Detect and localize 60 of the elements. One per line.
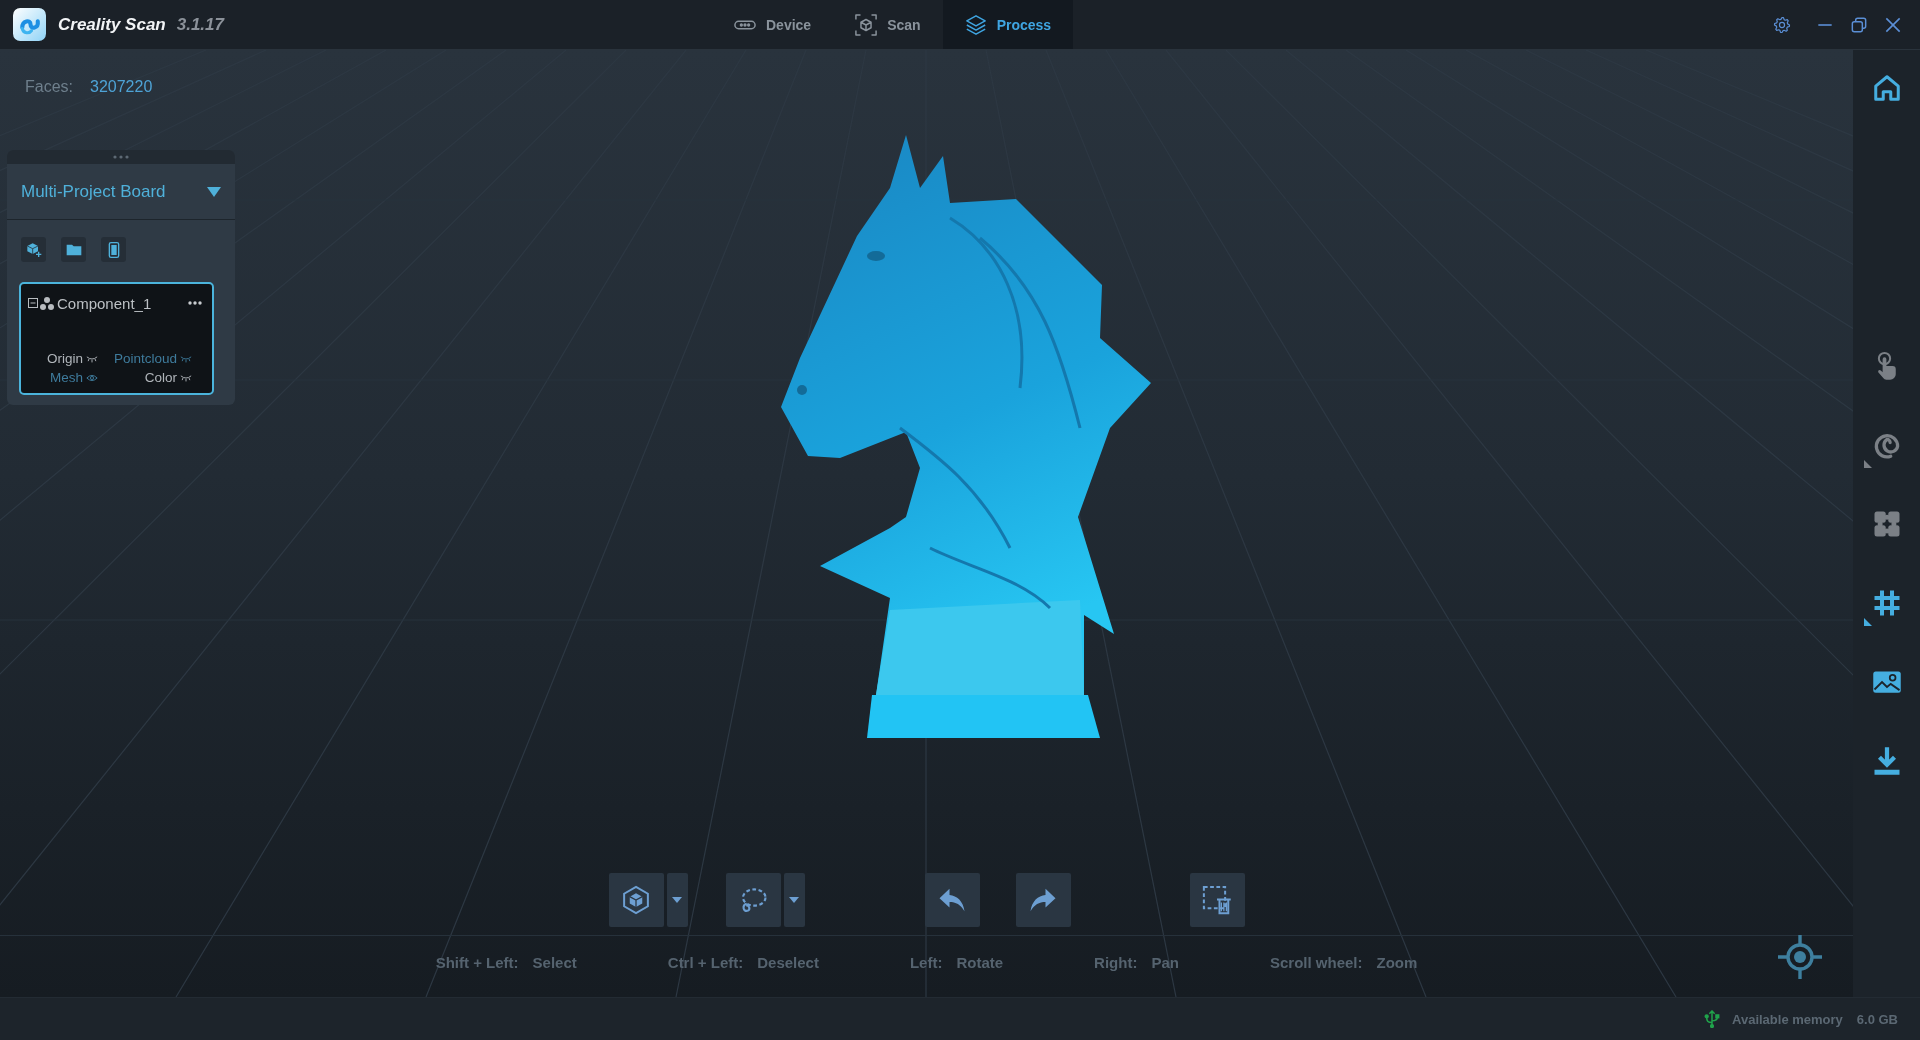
cube-plus-icon xyxy=(25,241,42,258)
hint-action: Deselect xyxy=(757,953,819,971)
layers-icon xyxy=(964,13,987,36)
delete-selection-button[interactable] xyxy=(1189,873,1245,927)
select-mode-dropdown[interactable] xyxy=(666,873,688,927)
dots-icon xyxy=(113,155,129,159)
restore-icon[interactable] xyxy=(1851,16,1867,33)
faces-count: 3207220 xyxy=(90,78,153,96)
drag-handle-bar[interactable] xyxy=(7,150,235,164)
mode-tab[interactable]: Device xyxy=(712,0,834,49)
eye-icon[interactable] xyxy=(86,373,98,382)
hint-action: Select xyxy=(532,953,577,971)
undo-button[interactable] xyxy=(924,873,980,927)
minus-box-icon[interactable] xyxy=(28,298,38,308)
open-folder-button[interactable] xyxy=(61,237,86,262)
crosshair-icon[interactable] xyxy=(1778,935,1822,979)
caret-icon xyxy=(672,897,682,903)
memory-value: 6.0 GB xyxy=(1856,1011,1898,1027)
closed-eye-icon[interactable] xyxy=(86,354,98,363)
component-card[interactable]: Component_1 Origin Pointcloud Mesh Color xyxy=(19,282,214,395)
lasso-button[interactable] xyxy=(725,873,781,927)
hint-keys: Shift + Left: xyxy=(435,953,519,971)
layer-label: Origin xyxy=(47,351,83,366)
hint-action: Pan xyxy=(1151,953,1179,971)
layer-label: Mesh xyxy=(50,370,83,385)
caret-icon xyxy=(789,897,799,903)
usb-icon xyxy=(1704,1010,1720,1028)
hint-keys: Left: xyxy=(909,953,943,971)
memory-label: Available memory xyxy=(1732,1011,1843,1027)
logo-icon xyxy=(13,8,46,41)
caret-down-icon xyxy=(207,186,221,197)
select-mode-button[interactable] xyxy=(608,873,664,927)
layer-label: Pointcloud xyxy=(113,351,177,366)
faces-label: Faces: xyxy=(25,78,73,96)
closed-eye-icon[interactable] xyxy=(180,354,192,363)
layer-label: Color xyxy=(144,370,177,385)
dashed-square-trash-icon xyxy=(1202,885,1232,915)
close-icon[interactable] xyxy=(1885,16,1901,33)
hint-action: Rotate xyxy=(956,953,1004,971)
device-button[interactable] xyxy=(101,237,126,262)
settings-icon[interactable] xyxy=(1773,15,1791,34)
redo-button[interactable] xyxy=(1015,873,1071,927)
project-board-dropdown[interactable]: Multi-Project Board xyxy=(7,164,235,220)
hint-keys: Right: xyxy=(1094,953,1138,971)
hint-action: Zoom xyxy=(1376,953,1418,971)
app-version: 3.1.17 xyxy=(176,14,224,35)
hint-keys: Ctrl + Left: xyxy=(667,953,744,971)
closed-eye-icon[interactable] xyxy=(180,373,192,382)
hint-keys: Scroll wheel: xyxy=(1269,953,1363,971)
app-title: Creality Scan xyxy=(58,14,166,35)
more-options-icon[interactable] xyxy=(188,301,202,305)
3d-viewport[interactable]: Faces: 3207220 Multi-Project Board Component_1 Origin Pointcloud Mesh Color Shift + Left: Select Ctrl + Left: Deselect Left: Rotate Right: Pan Scroll wheel: Zoom xyxy=(0,50,1853,997)
mode-tab[interactable]: Process xyxy=(942,0,1074,49)
component-name: Component_1 xyxy=(57,294,153,312)
add-model-button[interactable] xyxy=(21,237,46,262)
cubes-icon xyxy=(40,296,54,310)
cube-frame-icon xyxy=(855,13,878,36)
lasso-dropdown[interactable] xyxy=(783,873,805,927)
cube-in-hexagon-icon xyxy=(621,885,651,915)
mode-tab[interactable]: Scan xyxy=(833,0,943,49)
